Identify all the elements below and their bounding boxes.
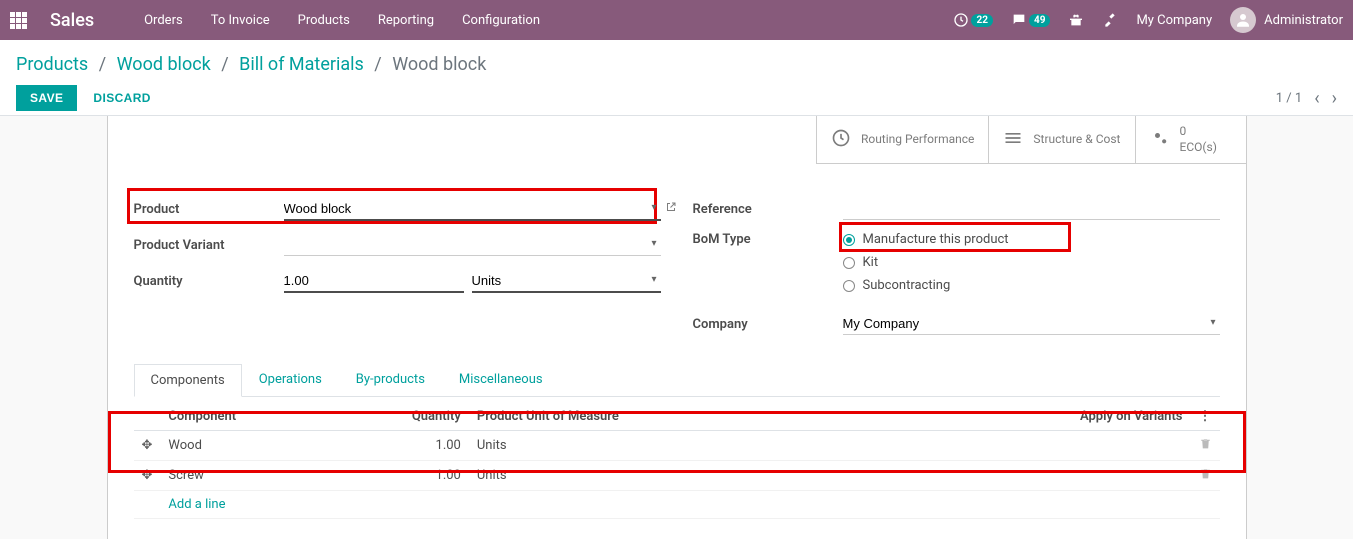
discuss-icon[interactable]: 49 — [1011, 12, 1050, 28]
trash-icon[interactable] — [1199, 439, 1212, 454]
breadcrumb-wood-block[interactable]: Wood block — [117, 54, 211, 75]
component-name[interactable]: Wood — [160, 431, 378, 461]
discard-button[interactable]: DISCARD — [93, 91, 150, 105]
radio-kit[interactable] — [843, 257, 855, 269]
breadcrumb: Products / Wood block / Bill of Material… — [16, 48, 1337, 85]
tabs: Components Operations By-products Miscel… — [134, 363, 1220, 397]
tab-miscellaneous[interactable]: Miscellaneous — [442, 363, 560, 396]
table-row[interactable]: ✥ Wood 1.00 Units — [134, 431, 1220, 461]
company-label: Company — [693, 317, 843, 332]
product-label: Product — [134, 202, 284, 217]
activity-badge: 22 — [971, 14, 992, 27]
apps-icon[interactable] — [10, 12, 32, 29]
avatar-icon — [1230, 7, 1256, 33]
list-icon — [1003, 128, 1023, 152]
stat-eco[interactable]: 0 ECO(s) — [1136, 116, 1246, 164]
pager-value[interactable]: 1 / 1 — [1276, 91, 1302, 106]
radio-kit-label[interactable]: Kit — [863, 255, 879, 270]
tools-icon[interactable] — [1102, 12, 1118, 28]
nav-configuration[interactable]: Configuration — [462, 13, 540, 28]
stat-buttons: Routing Performance Structure & Cost 0 E… — [816, 116, 1246, 164]
nav-reporting[interactable]: Reporting — [378, 13, 434, 28]
columns-menu-icon[interactable]: ⋮ — [1199, 409, 1212, 424]
app-brand[interactable]: Sales — [50, 10, 94, 31]
radio-subcontracting-label[interactable]: Subcontracting — [863, 278, 951, 293]
control-bar: Products / Wood block / Bill of Material… — [0, 40, 1353, 116]
variant-field[interactable] — [284, 234, 661, 256]
activity-icon[interactable]: 22 — [953, 12, 992, 28]
nav-products[interactable]: Products — [298, 13, 350, 28]
tab-by-products[interactable]: By-products — [339, 363, 442, 396]
quantity-field[interactable] — [284, 270, 464, 293]
external-link-icon[interactable] — [665, 201, 677, 217]
pager-prev-icon[interactable]: ‹ — [1314, 88, 1319, 109]
drag-handle-icon[interactable]: ✥ — [142, 468, 153, 483]
component-uom[interactable]: Units — [469, 431, 881, 461]
product-field[interactable] — [284, 198, 661, 221]
component-qty[interactable]: 1.00 — [379, 461, 469, 491]
breadcrumb-current: Wood block — [392, 54, 486, 75]
col-component: Component — [160, 403, 378, 431]
nav-to-invoice[interactable]: To Invoice — [211, 13, 270, 28]
stat-structure[interactable]: Structure & Cost — [989, 116, 1135, 164]
stat-eco-text: 0 ECO(s) — [1180, 124, 1217, 155]
stat-eco-label: ECO(s) — [1180, 140, 1217, 154]
component-name[interactable]: Screw — [160, 461, 378, 491]
top-navbar: Sales Orders To Invoice Products Reporti… — [0, 0, 1353, 40]
add-line-button[interactable]: Add a line — [168, 497, 225, 512]
gift-icon[interactable] — [1068, 12, 1084, 28]
user-menu[interactable]: Administrator — [1230, 7, 1343, 33]
reference-field[interactable] — [843, 198, 1220, 220]
discuss-badge: 49 — [1029, 14, 1050, 27]
add-line-row: Add a line — [134, 491, 1220, 519]
notebook: Components Operations By-products Miscel… — [134, 363, 1220, 519]
nav-orders[interactable]: Orders — [144, 13, 183, 28]
drag-handle-icon[interactable]: ✥ — [142, 438, 153, 453]
breadcrumb-products[interactable]: Products — [16, 54, 88, 75]
quantity-uom-field[interactable] — [472, 270, 661, 293]
bom-type-label: BoM Type — [693, 232, 843, 247]
trash-icon[interactable] — [1199, 469, 1212, 484]
stat-routing-label: Routing Performance — [861, 132, 974, 148]
radio-manufacture-label[interactable]: Manufacture this product — [863, 232, 1009, 247]
save-button[interactable]: SAVE — [16, 85, 77, 111]
component-qty[interactable]: 1.00 — [379, 431, 469, 461]
user-name: Administrator — [1264, 13, 1343, 28]
component-uom[interactable]: Units — [469, 461, 881, 491]
col-variants: Apply on Variants — [881, 403, 1190, 431]
table-row[interactable]: ✥ Screw 1.00 Units — [134, 461, 1220, 491]
form-left-col: Product ▾ Product Variant — [134, 196, 661, 347]
nav-right: 22 49 My Company Administrator — [953, 7, 1343, 33]
form-sheet: Routing Performance Structure & Cost 0 E… — [107, 116, 1247, 539]
radio-subcontracting[interactable] — [843, 280, 855, 292]
pager-next-icon[interactable]: › — [1332, 88, 1337, 109]
col-quantity: Quantity — [379, 403, 469, 431]
stat-eco-count: 0 — [1180, 124, 1187, 138]
company-switcher[interactable]: My Company — [1136, 13, 1212, 28]
stat-routing[interactable]: Routing Performance — [817, 116, 989, 164]
form-right-col: Reference BoM Type Manufacture this prod… — [693, 196, 1220, 347]
tab-components[interactable]: Components — [134, 364, 242, 397]
nav-menu: Orders To Invoice Products Reporting Con… — [144, 13, 540, 28]
clock-icon — [831, 128, 851, 152]
pager: 1 / 1 ‹ › — [1276, 88, 1337, 109]
company-field[interactable] — [843, 313, 1220, 335]
gears-icon — [1150, 128, 1170, 152]
tab-operations[interactable]: Operations — [242, 363, 339, 396]
breadcrumb-bom[interactable]: Bill of Materials — [239, 54, 364, 75]
radio-manufacture[interactable] — [843, 234, 855, 246]
reference-label: Reference — [693, 202, 843, 217]
variant-label: Product Variant — [134, 238, 284, 253]
quantity-label: Quantity — [134, 274, 284, 289]
stat-structure-label: Structure & Cost — [1033, 132, 1120, 148]
col-uom: Product Unit of Measure — [469, 403, 881, 431]
components-table: Component Quantity Product Unit of Measu… — [134, 403, 1220, 519]
